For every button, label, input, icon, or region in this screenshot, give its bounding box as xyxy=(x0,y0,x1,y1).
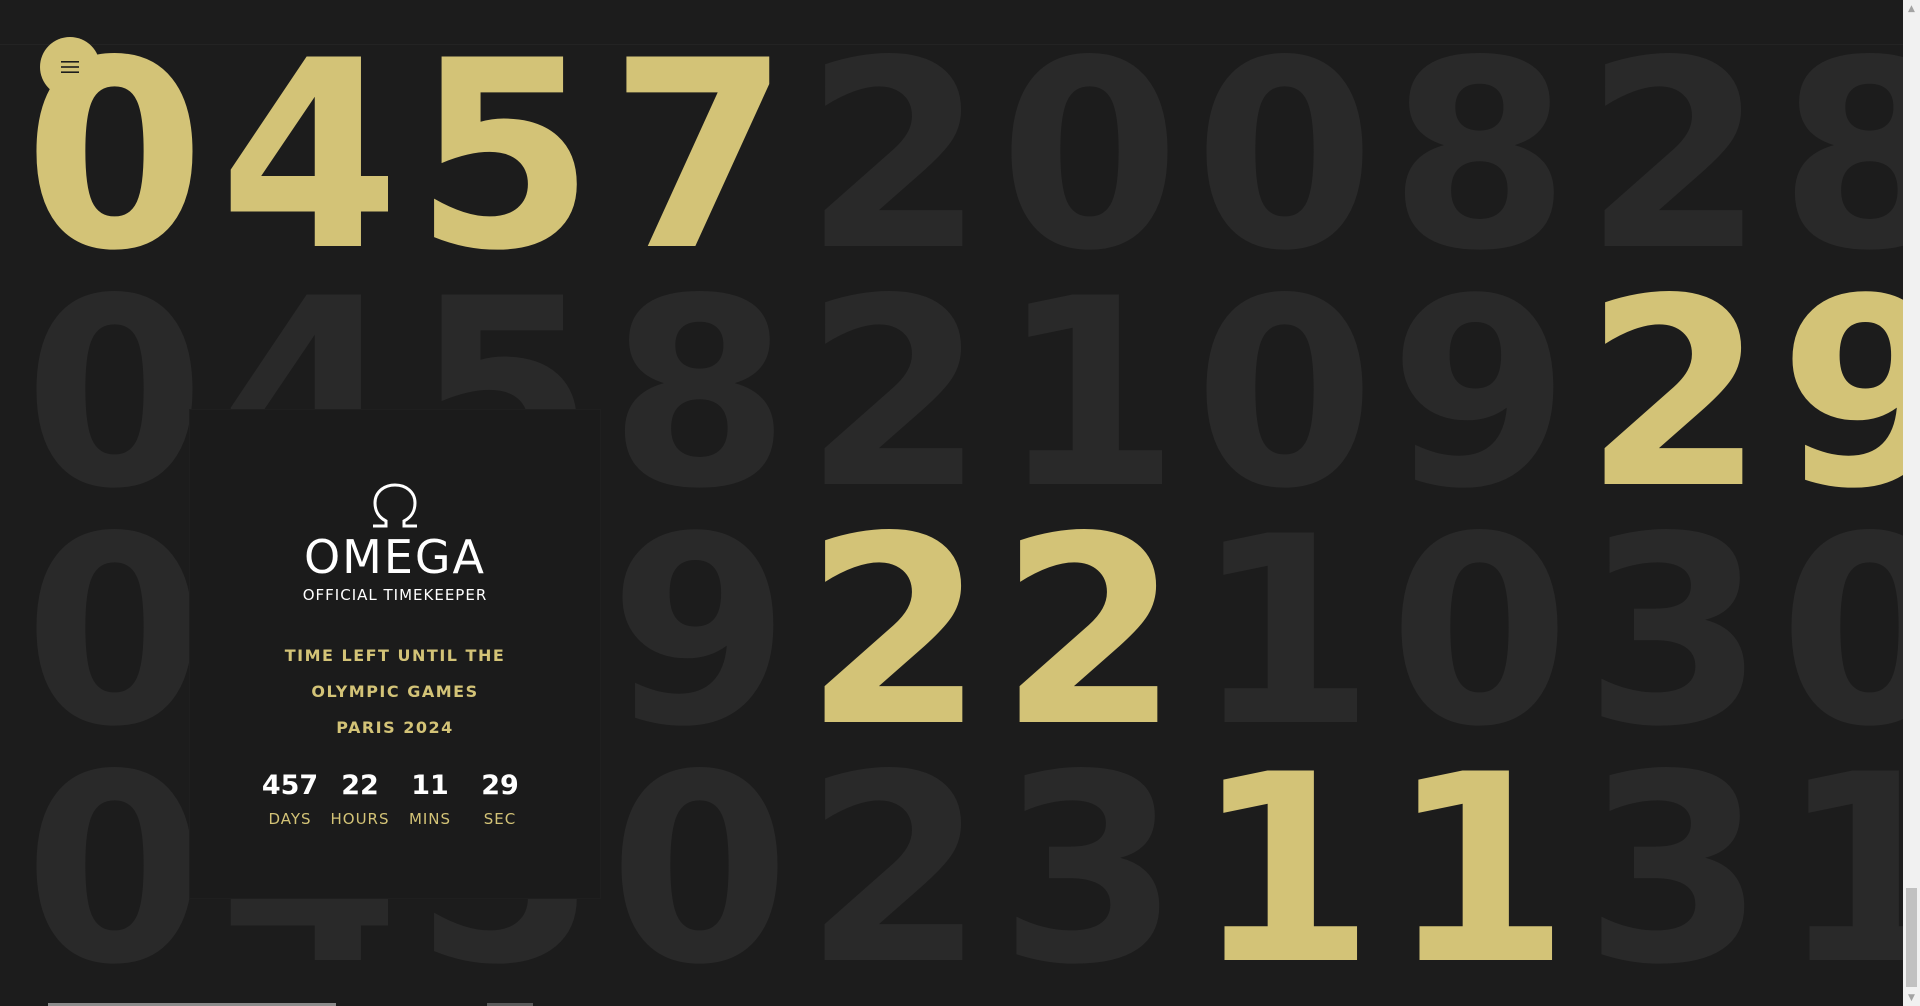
days-label: DAYS xyxy=(268,810,312,828)
countdown-hours: 22 HOURS xyxy=(325,770,395,830)
wall-digit: 3 xyxy=(999,720,1180,1006)
wall-digit: 0 xyxy=(1779,482,1903,784)
wall-digit: 1 xyxy=(1194,720,1375,1006)
countdown-mins: 11 MINS xyxy=(395,770,465,830)
scrollbar-thumb[interactable] xyxy=(1906,888,1917,987)
wall-digit: 3 xyxy=(1584,720,1765,1006)
omega-symbol-icon xyxy=(373,483,417,528)
brand-tagline: OFFICIAL TIMEKEEPER xyxy=(302,586,488,604)
countdown-days: 457 DAYS xyxy=(255,770,325,830)
headline-line: PARIS 2024 xyxy=(336,718,454,737)
hamburger-menu-icon xyxy=(61,61,79,73)
days-value: 457 xyxy=(261,770,319,801)
countdown-page: 0457200828045821092904592210300450231131… xyxy=(0,0,1903,1006)
sec-value: 29 xyxy=(481,770,519,801)
headline-line: TIME LEFT UNTIL THE xyxy=(284,646,506,665)
headline-line: OLYMPIC GAMES xyxy=(311,682,479,701)
wall-digit: 5 xyxy=(414,6,595,308)
wall-digit: 0 xyxy=(24,482,205,784)
countdown-values: 457 DAYS 22 HOURS 11 MINS 29 SEC xyxy=(190,770,600,830)
wall-digit: 9 xyxy=(1389,244,1570,546)
sec-label: SEC xyxy=(483,810,517,828)
wall-digit: 8 xyxy=(1779,6,1903,308)
wall-digit: 0 xyxy=(24,720,205,1006)
wall-digit: 4 xyxy=(219,6,400,308)
wall-digit: 0 xyxy=(1194,244,1375,546)
wall-digit: 1 xyxy=(999,244,1180,546)
wall-digit: 2 xyxy=(804,720,985,1006)
countdown-card: OMEGA OFFICIAL TIMEKEEPER TIME LEFT UNTI… xyxy=(190,410,600,898)
wall-digit: 2 xyxy=(1584,6,1765,308)
wall-digit: 8 xyxy=(1389,6,1570,308)
brand-name: OMEGA xyxy=(303,530,487,584)
mins-value: 11 xyxy=(411,770,449,801)
wall-digit: 0 xyxy=(609,720,790,1006)
wall-digit: 2 xyxy=(804,244,985,546)
hours-value: 22 xyxy=(341,770,379,801)
wall-digit: 1 xyxy=(1194,482,1375,784)
menu-button[interactable] xyxy=(40,37,100,97)
wall-digit: 2 xyxy=(804,482,985,784)
wall-digit: 0 xyxy=(24,244,205,546)
wall-digit: 2 xyxy=(804,6,985,308)
wall-digit: 9 xyxy=(609,482,790,784)
wall-digit: 8 xyxy=(609,244,790,546)
countdown-sec: 29 SEC xyxy=(465,770,535,830)
vertical-scrollbar[interactable]: ▲ ▼ xyxy=(1903,0,1920,1006)
wall-digit: 9 xyxy=(1779,244,1903,546)
hours-label: HOURS xyxy=(330,810,390,828)
scroll-up-arrow-icon[interactable]: ▲ xyxy=(1903,0,1920,17)
mins-label: MINS xyxy=(408,810,452,828)
wall-digit: 7 xyxy=(609,6,790,308)
scroll-down-arrow-icon[interactable]: ▼ xyxy=(1903,989,1920,1006)
wall-digit: 2 xyxy=(1584,244,1765,546)
wall-digit: 3 xyxy=(1584,482,1765,784)
wall-digit: 0 xyxy=(999,6,1180,308)
wall-digit: 0 xyxy=(1389,482,1570,784)
wall-digit: 0 xyxy=(1194,6,1375,308)
countdown-headline: TIME LEFT UNTIL THE OLYMPIC GAMES PARIS … xyxy=(190,638,600,746)
omega-logo: OMEGA OFFICIAL TIMEKEEPER xyxy=(190,482,600,606)
wall-digit: 2 xyxy=(999,482,1180,784)
wall-digit: 1 xyxy=(1389,720,1570,1006)
wall-digit: 1 xyxy=(1779,720,1903,1006)
